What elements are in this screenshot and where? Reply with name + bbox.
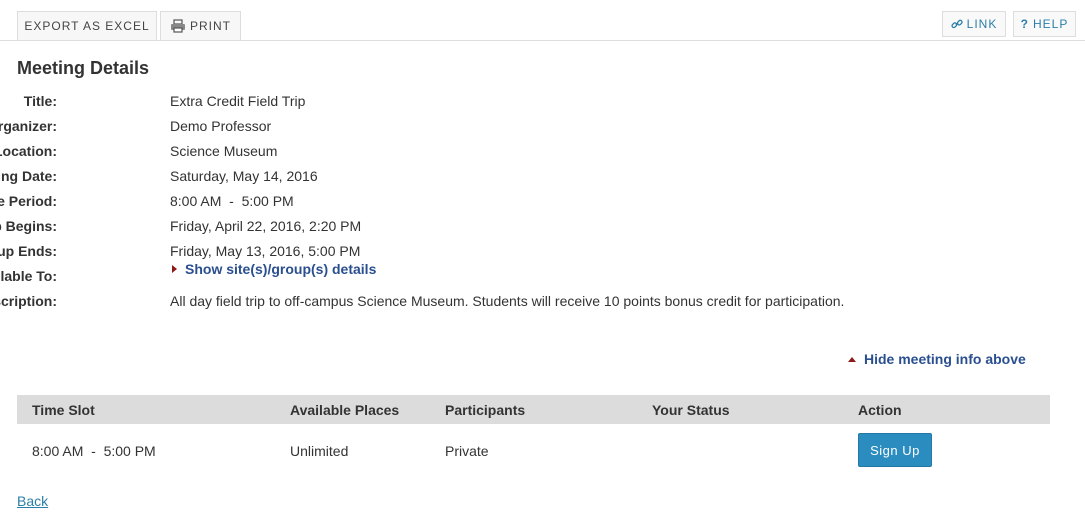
column-header-time-slot: Time Slot [32,402,95,418]
detail-value: Science Museum [170,143,278,159]
detail-row-location: Location: Science Museum [0,143,1000,163]
question-icon: ? [1020,17,1029,31]
export-excel-label: EXPORT AS EXCEL [24,19,150,33]
show-groups-label: Show site(s)/group(s) details [185,261,377,277]
help-label: HELP [1032,17,1069,31]
detail-label: Organizer: [0,118,57,134]
hide-info-label: Hide meeting info above [864,351,1026,367]
export-excel-button[interactable]: EXPORT AS EXCEL [17,11,157,40]
help-button[interactable]: ? HELP [1013,11,1076,37]
detail-label: Available To: [0,268,57,284]
cell-time-slot: 8:00 AM - 5:00 PM [32,443,156,459]
table-header: Time Slot Available Places Participants … [17,395,1050,424]
detail-label: Sign-up Begins: [0,218,57,234]
print-label: PRINT [190,19,231,33]
show-groups-toggle[interactable]: Show site(s)/group(s) details [172,261,376,277]
detail-value: Demo Professor [170,118,272,134]
cell-participants: Private [445,443,489,459]
cell-available-places: Unlimited [290,443,349,459]
detail-label: Sign-up Ends: [0,243,57,259]
detail-value: Friday, May 13, 2016, 5:00 PM [170,243,361,259]
detail-row-signup-ends: Sign-up Ends: Friday, May 13, 2016, 5:00… [0,243,1000,263]
detail-row-signup-begins: Sign-up Begins: Friday, April 22, 2016, … [0,218,1000,238]
detail-value: Extra Credit Field Trip [170,93,306,109]
page-title: Meeting Details [17,58,150,78]
column-header-your-status: Your Status [652,402,730,418]
detail-row-available-to: Available To: [0,268,1000,288]
detail-value: All day field trip to off-campus Science… [170,293,845,309]
link-button[interactable]: LINK [942,11,1006,37]
detail-row-organizer: Organizer: Demo Professor [0,118,1000,138]
link-icon [951,18,963,30]
column-header-participants: Participants [445,402,526,418]
detail-label: Location: [0,143,57,159]
detail-value: Friday, April 22, 2016, 2:20 PM [170,218,362,234]
column-header-available-places: Available Places [290,402,400,418]
link-label: LINK [966,17,998,31]
detail-value: 8:00 AM - 5:00 PM [170,193,294,209]
detail-label: Meeting Date: [0,168,57,184]
detail-row-meeting-date: Meeting Date: Saturday, May 14, 2016 [0,168,1000,188]
toolbar: EXPORT AS EXCEL PRINT LINK ? HELP [0,0,1085,41]
detail-label: Time Period: [0,193,57,209]
detail-row-title: Title: Extra Credit Field Trip [0,93,1000,113]
collapse-triangle-icon [848,356,856,362]
expand-triangle-icon [172,265,177,273]
detail-row-description: Description: All day field trip to off-c… [0,293,1000,313]
detail-label: Description: [0,293,57,309]
hide-info-toggle[interactable]: Hide meeting info above [848,351,1026,367]
column-header-action: Action [858,402,902,418]
detail-label: Title: [23,93,57,109]
back-link[interactable]: Back [17,493,48,509]
detail-value: Saturday, May 14, 2016 [170,168,318,184]
print-button[interactable]: PRINT [160,11,241,40]
detail-row-time-period: Time Period: 8:00 AM - 5:00 PM [0,193,1000,213]
sign-up-button[interactable]: Sign Up [858,433,932,467]
printer-icon [170,19,186,33]
